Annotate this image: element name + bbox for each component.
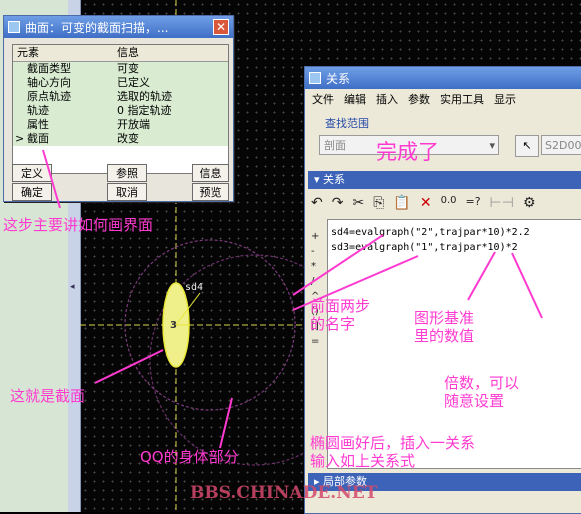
watermark: BBS.CHINADE.NET xyxy=(190,483,378,503)
arrow-to-section-row xyxy=(42,149,61,209)
arrow-to-body xyxy=(219,397,233,449)
annotation-this-is-section: 这就是截面 xyxy=(10,387,86,405)
annotation-graph-datum: 图形基准 里的数值 xyxy=(414,309,475,345)
annotation-qq-body: QQ的身体部分 xyxy=(140,448,239,466)
arrow-to-multiplier xyxy=(511,252,543,319)
arrow-to-trajpar xyxy=(467,251,496,301)
annotation-arrows xyxy=(42,149,543,449)
annotation-section-howto: 这步主要讲如何画界面 xyxy=(3,216,154,234)
annotation-first-two-steps: 前面两步 的名字 xyxy=(310,297,371,333)
arrow-to-sd4-name xyxy=(292,234,384,296)
annotation-done: 完成了 xyxy=(376,140,439,164)
annotation-after-ellipse: 椭圆画好后，插入一关系 输入如上关系式 xyxy=(310,434,476,470)
arrow-to-ellipse xyxy=(94,349,164,384)
annotation-multiplier: 倍数，可以 随意设置 xyxy=(444,374,520,410)
